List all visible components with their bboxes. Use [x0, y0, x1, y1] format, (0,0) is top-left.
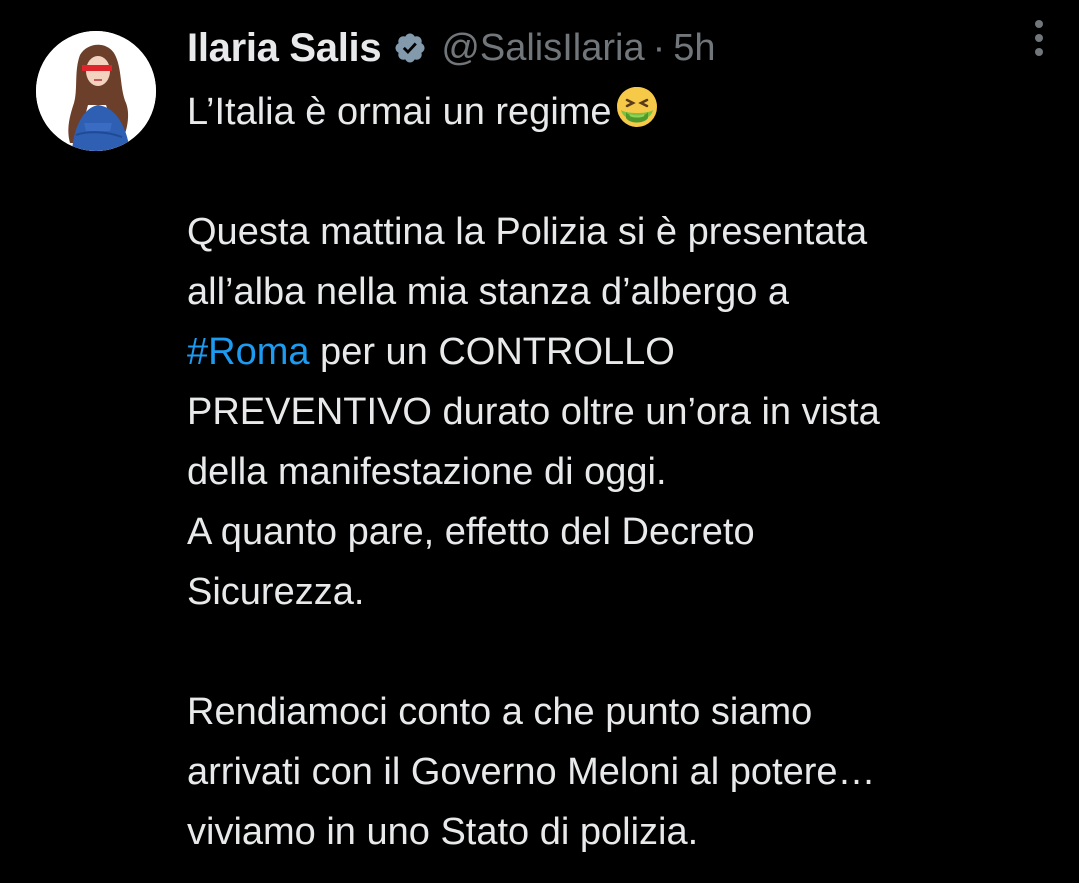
- avatar[interactable]: [36, 31, 156, 151]
- text-line-1: L’Italia è ormai un regime: [187, 91, 612, 133]
- text-line: L’Italia è ormai un regime: [187, 82, 1067, 142]
- text-line-10: arrivati con il Governo Meloni al potere…: [187, 751, 876, 793]
- dot: [1035, 34, 1043, 42]
- text-line-7: A quanto pare, effetto del Decreto: [187, 511, 755, 553]
- user-handle[interactable]: @SalisIlaria: [441, 27, 644, 70]
- separator-dot: ·: [652, 26, 666, 69]
- tweet-header: Ilaria Salis @SalisIlaria · 5h: [187, 22, 1067, 74]
- tweet-text: L’Italia è ormai un regime Questa mattin…: [187, 82, 1067, 862]
- dot: [1035, 48, 1043, 56]
- dot: [1035, 20, 1043, 28]
- text-line-3: all’alba nella mia stanza d’albergo a: [187, 271, 790, 313]
- text-line-11: viviamo in uno Stato di polizia.: [187, 811, 699, 853]
- nauseated-face-emoji-icon: [614, 84, 660, 148]
- avatar-illustration: [36, 31, 156, 151]
- more-options-icon[interactable]: [1019, 8, 1059, 68]
- hashtag-link[interactable]: #Roma: [187, 331, 310, 373]
- text-line-8: Sicurezza.: [187, 571, 365, 613]
- tweet: Ilaria Salis @SalisIlaria · 5h L’Italia …: [0, 0, 1079, 883]
- text-line: #Roma per un CONTROLLO: [187, 322, 1067, 382]
- text-line-4: per un CONTROLLO: [309, 331, 675, 373]
- verified-badge-icon: [393, 31, 427, 65]
- text-line-9: Rendiamoci conto a che punto siamo: [187, 691, 813, 733]
- tweet-content: Ilaria Salis @SalisIlaria · 5h L’Italia …: [187, 22, 1067, 862]
- text-line-2: Questa mattina la Polizia si è presentat…: [187, 211, 868, 253]
- display-name[interactable]: Ilaria Salis: [187, 26, 382, 71]
- text-line-6: della manifestazione di oggi.: [187, 451, 667, 493]
- text-line-5: PREVENTIVO durato oltre un’ora in vista: [187, 391, 880, 433]
- timestamp[interactable]: 5h: [673, 27, 715, 70]
